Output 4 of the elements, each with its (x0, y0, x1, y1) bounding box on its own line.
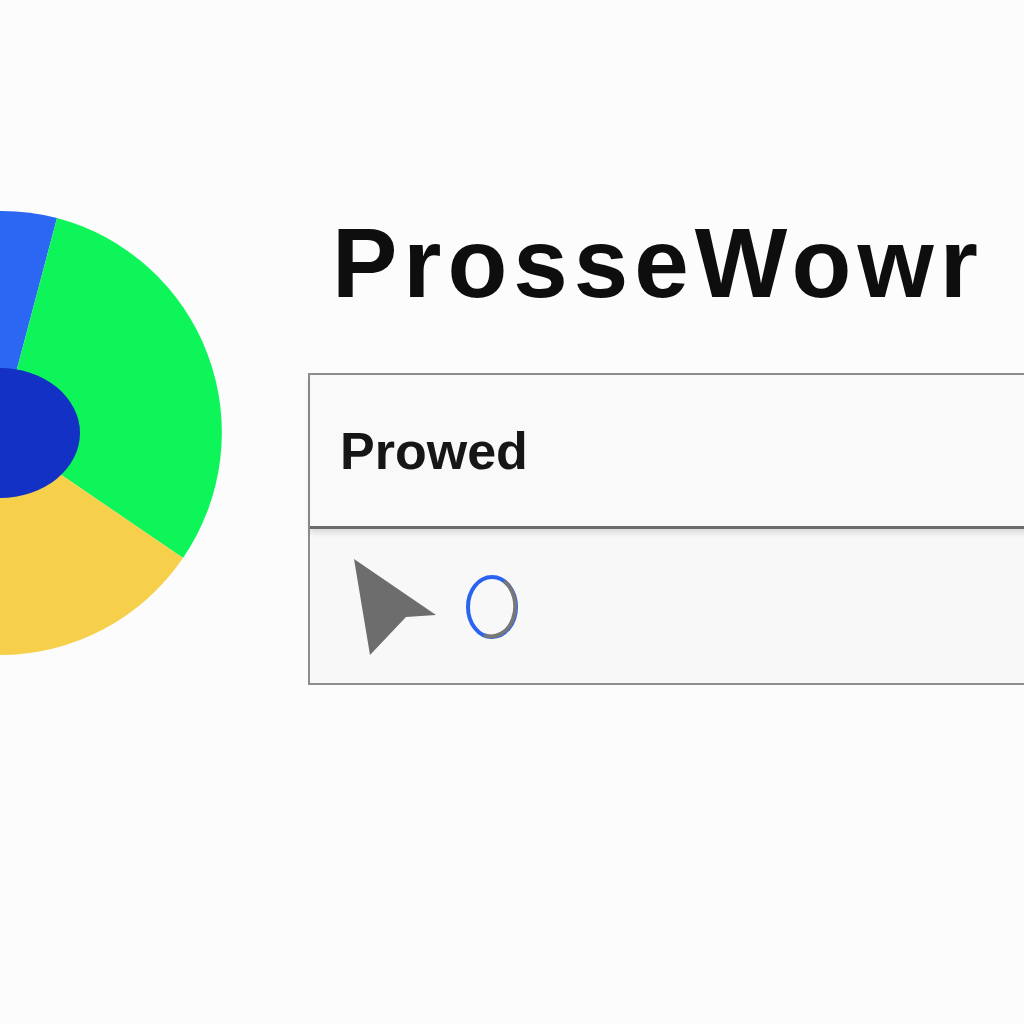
input-field[interactable]: Prowed (310, 375, 1024, 529)
circle-icon (464, 574, 520, 640)
page-title: ProsseWowr (332, 208, 984, 318)
cursor-icon (352, 557, 438, 657)
